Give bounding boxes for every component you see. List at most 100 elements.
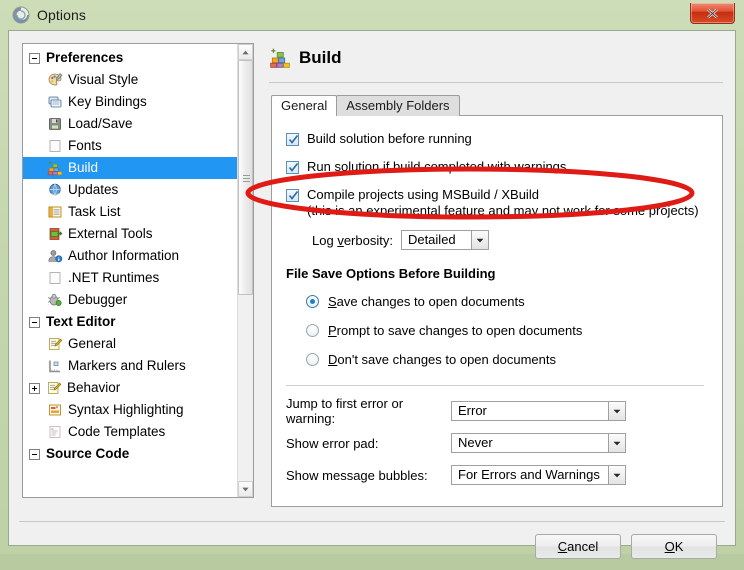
collapse-minus-icon[interactable] [29,316,40,328]
jump-to-first-error-dropdown[interactable]: Error [451,401,626,421]
tab-general[interactable]: General [271,95,338,116]
checkbox-run-solution-with-warnings[interactable] [286,161,299,174]
field-row-jump-to-first-error: Jump to first error or warning: Error [286,396,722,426]
scroll-down-button[interactable] [238,481,253,497]
tree-item-key-bindings[interactable]: Key Bindings [23,91,237,113]
tree-item-build[interactable]: Build [23,157,237,179]
window-title: Options [37,7,86,23]
person-info-icon [47,248,63,264]
checkbox-compile-using-msbuild[interactable] [286,189,299,202]
close-icon [707,8,718,18]
collapse-minus-icon[interactable] [29,52,40,64]
checkbox-label-block: Compile projects using MSBuild / XBuild … [307,187,699,219]
tree-item-label: External Tools [68,226,153,241]
tree-item-label: Syntax Highlighting [68,402,184,417]
chevron-down-icon[interactable] [470,231,488,249]
section-divider [286,385,704,386]
close-button[interactable] [690,3,735,24]
radio-dont-save-changes[interactable] [306,353,319,366]
radio-prompt-to-save-changes[interactable] [306,324,319,337]
checkbox-row-build-solution[interactable]: Build solution before running [272,131,722,147]
radio-save-changes-to-open-documents[interactable] [306,295,319,308]
chevron-up-icon [242,50,249,54]
tree-item-source-code[interactable]: Source Code [23,443,237,465]
radio-row-dont-save[interactable]: Don't save changes to open documents [272,352,722,367]
radio-label: Prompt to save changes to open documents [328,323,583,338]
tree-item-label: General [68,336,117,351]
build-blocks-icon [47,160,63,176]
bug-icon [47,292,63,308]
chevron-down-icon[interactable] [608,402,625,420]
error-settings-grid: Jump to first error or warning: Error Sh… [286,396,722,486]
tree-item-label: Build [68,160,99,175]
monodevelop-icon [12,6,30,24]
tree-item-label: Code Templates [68,424,166,439]
tab-assembly-folders[interactable]: Assembly Folders [336,95,460,116]
log-verbosity-row: Log verbosity: Detailed [312,230,722,250]
tree-item-load-save[interactable]: Load/Save [23,113,237,135]
checkbox-label: Build solution before running [307,131,472,146]
radio-row-save-changes[interactable]: Save changes to open documents [272,294,722,309]
tree-item-author-information[interactable]: Author Information [23,245,237,267]
scrollbar-thumb[interactable] [238,60,253,295]
page-header: Build [269,43,725,73]
expand-plus-icon[interactable] [29,382,40,394]
tree-item-syntax-highlighting[interactable]: Syntax Highlighting [23,399,237,421]
tab-strip: General Assembly Folders [271,95,725,116]
scrollbar-grip-icon [243,174,250,182]
chevron-down-icon[interactable] [608,466,625,484]
log-verbosity-dropdown[interactable]: Detailed [400,230,489,250]
tree-item-label: Behavior [67,380,121,395]
tree-item-label: Markers and Rulers [68,358,186,373]
tree-item-label: Task List [68,204,121,219]
ruler-icon [47,358,63,374]
radio-label: Don't save changes to open documents [328,352,556,367]
tree-item-label: Updates [68,182,119,197]
general-tab-panel: Build solution before running Run soluti… [271,115,723,507]
scroll-up-button[interactable] [238,44,253,60]
tree-item-label: Author Information [68,248,180,263]
chevron-down-icon[interactable] [608,434,625,452]
tree-item-code-templates[interactable]: Code Templates [23,421,237,443]
tree-item-general[interactable]: General [23,333,237,355]
pencil-pad-icon [47,336,63,352]
show-message-bubbles-dropdown[interactable]: For Errors and Warnings [451,465,626,485]
options-window: Options Preferences Visual Style Key Bin… [0,0,744,559]
checkbox-row-compile-msbuild[interactable]: Compile projects using MSBuild / XBuild … [272,187,722,219]
tree-list: Preferences Visual Style Key Bindings Lo… [23,44,237,465]
ok-button[interactable]: OK [631,533,717,559]
collapse-minus-icon[interactable] [29,448,40,460]
template-icon [47,424,63,440]
checkbox-label: Run solution if build completed with war… [307,159,567,174]
tree-item-markers-and-rulers[interactable]: Markers and Rulers [23,355,237,377]
checkbox-build-solution-before-running[interactable] [286,133,299,146]
tree-item-label: .NET Runtimes [68,270,160,285]
checkbox-row-run-solution[interactable]: Run solution if build completed with war… [272,159,722,175]
tree-vertical-scrollbar[interactable] [237,44,253,497]
tree-item-fonts[interactable]: Fonts [23,135,237,157]
tree-item-visual-style[interactable]: Visual Style [23,69,237,91]
pencil-pad-icon [46,380,62,396]
tree-item-preferences[interactable]: Preferences [23,47,237,69]
tree-item-label: Source Code [46,446,130,461]
tools-icon [47,226,63,242]
tree-item-external-tools[interactable]: External Tools [23,223,237,245]
tree-item-task-list[interactable]: Task List [23,201,237,223]
tree-item-net-runtimes[interactable]: .NET Runtimes [23,267,237,289]
chevron-down-icon [242,487,249,491]
preferences-tree[interactable]: Preferences Visual Style Key Bindings Lo… [22,43,254,498]
tree-item-label: Load/Save [68,116,133,131]
tree-item-debugger[interactable]: Debugger [23,289,237,311]
file-save-section-heading: File Save Options Before Building [286,266,496,281]
show-error-pad-dropdown[interactable]: Never [451,433,626,453]
dialog-client-area: Preferences Visual Style Key Bindings Lo… [8,30,736,559]
field-row-show-message-bubbles: Show message bubbles: For Errors and War… [286,464,722,486]
tree-item-label: Key Bindings [68,94,147,109]
tree-item-behavior[interactable]: Behavior [23,377,237,399]
tree-item-updates[interactable]: Updates [23,179,237,201]
build-settings-panel: Build General Assembly Folders Build sol… [265,43,725,513]
tree-item-text-editor[interactable]: Text Editor [23,311,237,333]
cancel-button[interactable]: Cancel [535,533,621,559]
radio-row-prompt-save[interactable]: Prompt to save changes to open documents [272,323,722,338]
list-icon [47,204,63,220]
